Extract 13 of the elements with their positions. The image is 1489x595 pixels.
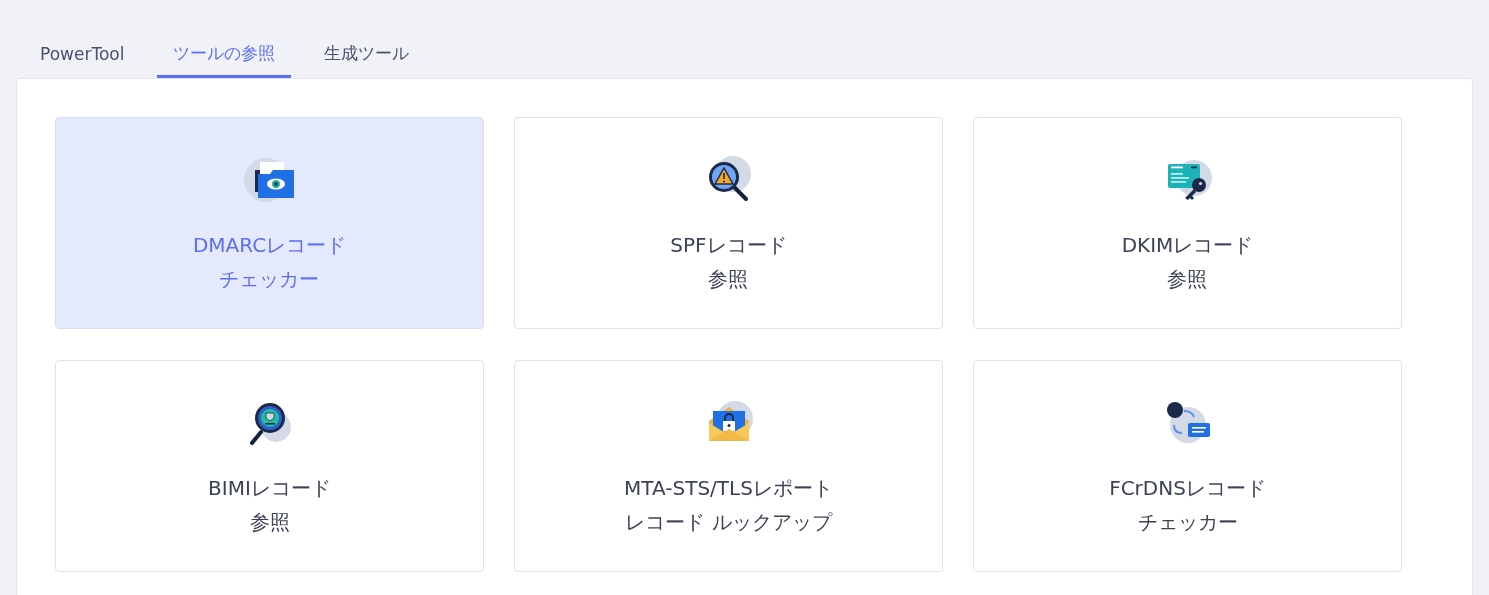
tool-title: DMARCレコード チェッカー	[192, 232, 347, 293]
tool-title: FCrDNSレコード チェッカー	[1109, 475, 1266, 536]
tool-title: DKIMレコード 参照	[1121, 232, 1254, 293]
tool-card[interactable]: DKIMレコード 参照	[973, 117, 1402, 329]
tool-title: SPFレコード 参照	[670, 232, 787, 293]
tool-card[interactable]: BIMIレコード 参照	[55, 360, 484, 572]
tool-card[interactable]: MTA-STS/TLSレポート レコード ルックアップ	[514, 360, 943, 572]
tool-card[interactable]: SPFレコード 参照	[514, 117, 943, 329]
tool-title: MTA-STS/TLSレポート レコード ルックアップ	[624, 475, 833, 536]
tab[interactable]: 生成ツール	[308, 38, 426, 78]
tool-title: BIMIレコード 参照	[208, 475, 331, 536]
tool-card[interactable]: FCrDNSレコード チェッカー	[973, 360, 1402, 572]
tab[interactable]: PowerTool	[24, 38, 141, 78]
